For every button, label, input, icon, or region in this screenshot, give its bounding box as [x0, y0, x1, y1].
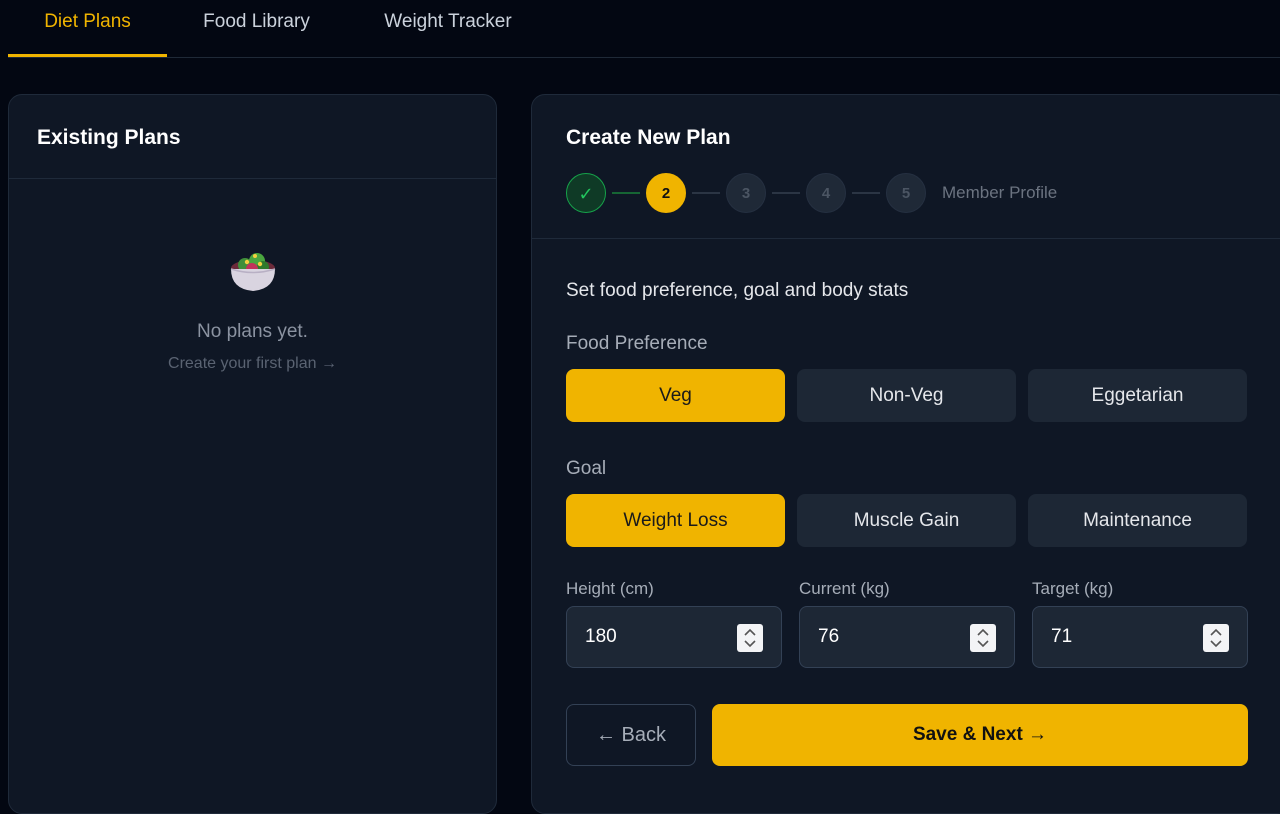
target-weight-stepper[interactable]	[1203, 624, 1229, 652]
top-tab-bar: Diet Plans Food Library Weight Tracker	[8, 0, 1280, 58]
height-stepper[interactable]	[737, 624, 763, 652]
current-weight-input[interactable]: 76	[799, 606, 1015, 668]
tab-diet-plans[interactable]: Diet Plans	[8, 0, 167, 57]
tab-food-library[interactable]: Food Library	[184, 0, 329, 57]
food-pref-non-veg-button[interactable]: Non-Veg	[797, 369, 1016, 422]
food-preference-label: Food Preference	[566, 333, 708, 354]
food-pref-veg-button[interactable]: Veg	[566, 369, 785, 422]
target-weight-label: Target (kg)	[1032, 579, 1114, 598]
stepper-arrows-icon	[1210, 628, 1222, 648]
existing-plans-header: Existing Plans	[9, 95, 496, 179]
current-weight-label: Current (kg)	[799, 579, 890, 598]
stepper-arrows-icon	[977, 628, 989, 648]
step-4: 4	[806, 173, 846, 213]
current-weight-stepper[interactable]	[970, 624, 996, 652]
step-connector	[692, 192, 720, 194]
form-subtitle: Set food preference, goal and body stats	[566, 280, 909, 301]
step-label: Member Profile	[942, 183, 1058, 202]
step-2-current: 2	[646, 173, 686, 213]
existing-plans-title: Existing Plans	[37, 126, 181, 149]
create-first-plan-link[interactable]: Create your first plan →	[9, 355, 496, 373]
height-value: 180	[585, 626, 617, 647]
tab-weight-tracker[interactable]: Weight Tracker	[368, 0, 528, 57]
create-plan-title: Create New Plan	[566, 126, 731, 149]
salad-bowl-icon	[225, 241, 281, 297]
create-plan-panel: Create New Plan ✓ 2 3 4 5 Member Profile…	[531, 94, 1280, 814]
target-weight-input[interactable]: 71	[1032, 606, 1248, 668]
existing-plans-panel: Existing Plans No plans yet. Create your…	[8, 94, 497, 814]
height-label: Height (cm)	[566, 579, 654, 598]
empty-state-title: No plans yet.	[197, 321, 308, 342]
step-connector	[852, 192, 880, 194]
goal-weight-loss-button[interactable]: Weight Loss	[566, 494, 785, 547]
current-weight-value: 76	[818, 626, 840, 647]
step-connector	[772, 192, 800, 194]
target-weight-value: 71	[1051, 626, 1073, 647]
goal-maintenance-button[interactable]: Maintenance	[1028, 494, 1247, 547]
step-connector	[612, 192, 640, 194]
back-button[interactable]: ← Back	[566, 704, 696, 766]
goal-label: Goal	[566, 458, 607, 479]
goal-muscle-gain-button[interactable]: Muscle Gain	[797, 494, 1016, 547]
save-next-button[interactable]: Save & Next →	[712, 704, 1248, 766]
step-1-done: ✓	[566, 173, 606, 213]
create-plan-header: Create New Plan ✓ 2 3 4 5 Member Profile	[532, 95, 1280, 239]
food-pref-eggetarian-button[interactable]: Eggetarian	[1028, 369, 1247, 422]
stepper-arrows-icon	[744, 628, 756, 648]
step-5: 5	[886, 173, 926, 213]
step-3: 3	[726, 173, 766, 213]
height-input[interactable]: 180	[566, 606, 782, 668]
